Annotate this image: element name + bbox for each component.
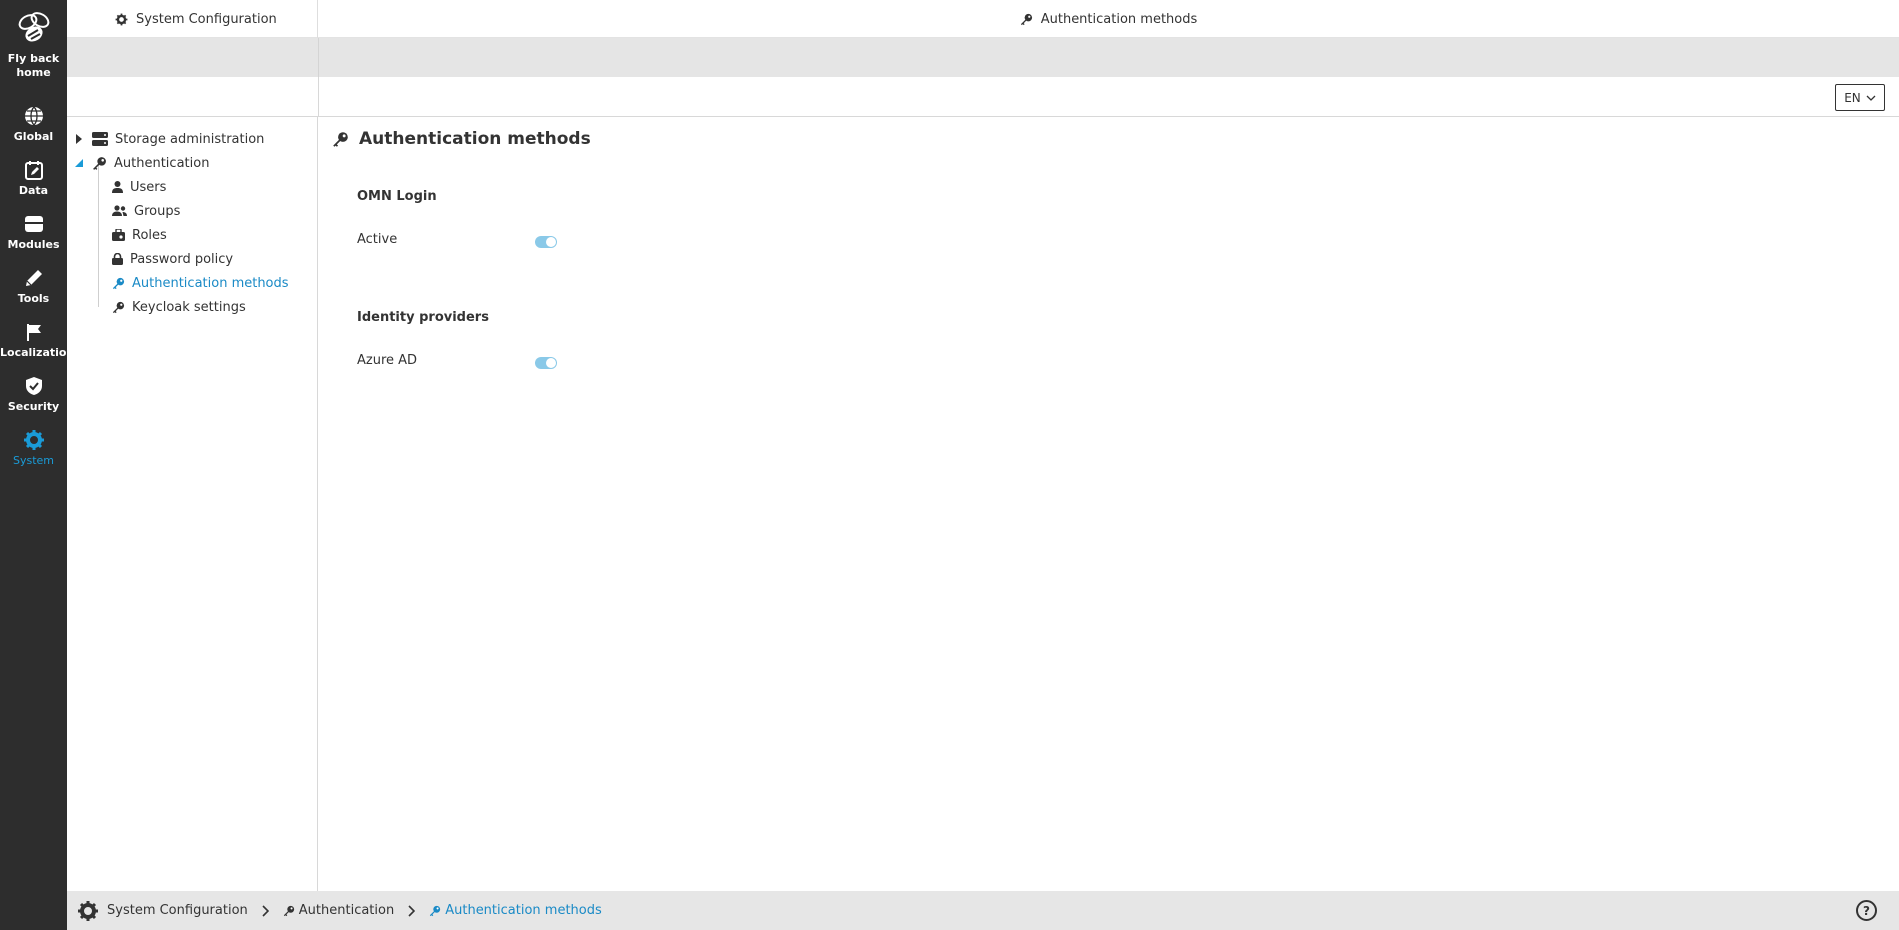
language-select[interactable]: EN xyxy=(1835,84,1885,111)
module-box-icon xyxy=(24,216,43,232)
tree-node-label: Password policy xyxy=(130,251,234,267)
rail-label: Modules xyxy=(7,238,60,251)
caret-down-icon[interactable] xyxy=(75,159,83,167)
window-title: Authentication methods xyxy=(318,0,1899,38)
home-button[interactable]: Fly back home xyxy=(0,10,67,80)
breadcrumb-item-authentication-methods[interactable]: Authentication methods xyxy=(429,903,602,918)
flag-icon xyxy=(26,324,41,341)
tree-node-label: Groups xyxy=(134,203,181,219)
tree-node-label: Storage administration xyxy=(115,131,265,147)
tree-node-password-policy[interactable]: Password policy xyxy=(112,249,233,269)
server-icon xyxy=(92,132,108,146)
active-toggle[interactable] xyxy=(535,236,557,248)
breadcrumb: System Configuration Authentication Auth… xyxy=(67,891,1899,930)
roles-icon xyxy=(112,229,125,241)
gear-icon xyxy=(115,13,128,25)
toolbar: EN xyxy=(67,77,1899,117)
tree-node-label: Roles xyxy=(132,227,167,243)
gear-icon xyxy=(78,900,98,921)
home-label: Fly back home xyxy=(7,52,60,79)
calendar-edit-icon xyxy=(24,161,43,180)
chevron-right-icon xyxy=(408,904,416,917)
chevron-right-icon xyxy=(262,904,269,917)
window-title-text: Authentication methods xyxy=(1040,11,1198,27)
breadcrumb-item-system-configuration[interactable]: System Configuration xyxy=(77,900,248,922)
help-button[interactable]: ? xyxy=(1856,900,1877,921)
main-content: Authentication methods OMN Login Active … xyxy=(318,117,1899,891)
breadcrumb-item-authentication[interactable]: Authentication xyxy=(283,903,394,918)
rail-item-localization[interactable]: Localization xyxy=(0,320,75,359)
bee-logo-icon xyxy=(18,12,49,42)
tree-guide-line xyxy=(98,164,99,307)
rail-label: Security xyxy=(7,400,60,413)
key-icon xyxy=(112,301,125,313)
section-heading-identity-providers: Identity providers xyxy=(357,310,489,325)
key-icon xyxy=(93,156,106,170)
rail-label: System xyxy=(12,454,55,467)
gear-icon xyxy=(23,430,44,450)
help-icon: ? xyxy=(1863,903,1870,918)
rail-item-modules[interactable]: Modules xyxy=(0,212,67,251)
language-value: EN xyxy=(1844,90,1861,105)
tree-node-authentication[interactable]: Authentication xyxy=(75,153,209,173)
rail-item-data[interactable]: Data xyxy=(0,158,67,197)
rail-label: Global xyxy=(13,130,54,143)
tree-node-label: Users xyxy=(130,179,167,195)
rail-item-security[interactable]: Security xyxy=(0,374,67,413)
tab-label: System Configuration xyxy=(136,11,277,27)
tree-node-authentication-methods[interactable]: Authentication methods xyxy=(112,273,289,293)
tree-node-label: Authentication xyxy=(114,155,210,171)
users-icon xyxy=(112,205,127,216)
tree-node-storage-administration[interactable]: Storage administration xyxy=(76,129,264,149)
setting-label-azure-ad: Azure AD xyxy=(357,353,418,368)
tree-node-label: Authentication methods xyxy=(132,275,289,291)
tree-node-users[interactable]: Users xyxy=(112,177,166,197)
key-icon xyxy=(1020,13,1032,25)
azure-ad-toggle[interactable] xyxy=(535,357,557,369)
app-rail: Fly back home Global Data Modules Tools … xyxy=(0,0,75,930)
tree-node-label: Keycloak settings xyxy=(132,299,246,315)
page-title: Authentication methods xyxy=(332,129,591,149)
tree-node-groups[interactable]: Groups xyxy=(112,201,180,221)
key-icon xyxy=(333,131,348,147)
rail-label: Data xyxy=(18,184,49,197)
tree-node-keycloak-settings[interactable]: Keycloak settings xyxy=(112,297,246,317)
page-title-text: Authentication methods xyxy=(359,129,591,149)
chevron-down-icon xyxy=(1866,95,1876,101)
rail-item-system[interactable]: System xyxy=(0,428,67,467)
rail-label: Localization xyxy=(0,346,75,359)
user-icon xyxy=(112,181,123,193)
rail-item-tools[interactable]: Tools xyxy=(0,266,67,305)
breadcrumb-label: System Configuration xyxy=(107,903,248,918)
pencil-icon xyxy=(25,270,42,286)
section-heading-omn-login: OMN Login xyxy=(357,189,437,204)
key-icon xyxy=(430,905,441,916)
shield-check-icon xyxy=(25,377,42,395)
caret-right-icon[interactable] xyxy=(76,134,82,144)
tab-system-configuration[interactable]: System Configuration xyxy=(67,0,318,38)
key-icon xyxy=(112,277,125,289)
breadcrumb-label: Authentication xyxy=(298,903,395,918)
lock-icon xyxy=(112,253,123,265)
navigation-tree: Storage administration Authentication Us… xyxy=(67,117,318,891)
tree-node-roles[interactable]: Roles xyxy=(112,225,167,245)
rail-item-global[interactable]: Global xyxy=(0,104,67,143)
key-icon xyxy=(283,905,294,916)
setting-label-active: Active xyxy=(357,232,398,247)
rail-label: Tools xyxy=(17,292,50,305)
top-bar: System Configuration Authentication meth… xyxy=(67,0,1899,38)
tab-strip xyxy=(67,38,1899,77)
globe-icon xyxy=(24,106,43,126)
breadcrumb-label: Authentication methods xyxy=(445,903,602,918)
